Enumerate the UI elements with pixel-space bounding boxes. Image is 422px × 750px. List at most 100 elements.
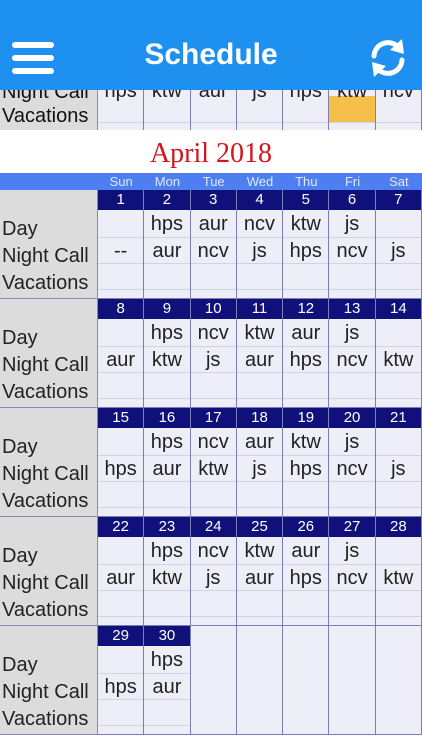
date-number: 5 (283, 190, 329, 210)
day-cell[interactable]: 11 ktw aur (236, 299, 284, 408)
date-number: 7 (375, 190, 421, 210)
night-call-value: aur (245, 349, 274, 371)
day-cell[interactable]: 30 hps aur (144, 626, 191, 735)
day-cell[interactable]: 20 js ncv (329, 408, 376, 517)
empty-day-cell (236, 626, 284, 735)
prev-day-cell[interactable]: aur (190, 90, 237, 130)
day-cell[interactable]: 6 js ncv (329, 190, 376, 299)
row-divider (375, 507, 421, 508)
date-number: 28 (375, 517, 421, 537)
day-shift-value: ktw (290, 213, 321, 235)
date-number: 16 (144, 408, 190, 428)
day-shift-value: aur (291, 322, 321, 344)
day-cell[interactable]: 19 ktw hps (283, 408, 330, 517)
prev-day-cell[interactable]: ktw (329, 90, 376, 130)
prev-day-cell[interactable]: hps (98, 90, 145, 130)
weekday-sun: Sun (109, 174, 133, 189)
row-labels: Day Night Call Vacations (0, 517, 98, 626)
day-shift-value: hps (150, 322, 184, 344)
row-divider (144, 507, 190, 508)
day-shift-value: ktw (244, 322, 275, 344)
day-cell[interactable]: 18 aur js (236, 408, 284, 517)
day-cell[interactable]: 1 -- (98, 190, 145, 299)
day-cell[interactable]: 17 ncv ktw (190, 408, 237, 517)
night-call-value: aur (152, 676, 182, 698)
day-cell[interactable]: 8 aur (98, 299, 145, 408)
night-call-value: hps (289, 458, 322, 480)
date-number: 25 (236, 517, 283, 537)
row-divider (144, 122, 190, 123)
day-cell[interactable]: 15 hps (98, 408, 145, 517)
day-cell[interactable]: 5 ktw hps (283, 190, 330, 299)
day-shift-value: ncv (197, 322, 229, 344)
row-divider (98, 122, 144, 123)
refresh-icon[interactable] (366, 36, 410, 80)
night-row-label: Night Call (2, 245, 89, 267)
row-divider (236, 507, 283, 508)
row-divider (98, 398, 144, 399)
week-row: Day Night Call Vacations 8 aur 9 hps ktw 10 ncv js… (0, 299, 422, 408)
weekday-wed: Wed (246, 174, 274, 189)
night-row-label: Night Call (2, 463, 89, 485)
night-call-value: js (205, 567, 221, 589)
day-cell[interactable]: 21 js (375, 408, 422, 517)
night-call-value: js (252, 458, 267, 480)
row-labels: Day Night Call Vacations (0, 408, 98, 517)
day-cell[interactable]: 16 hps aur (144, 408, 191, 517)
row-divider (190, 289, 236, 290)
row-divider (190, 507, 236, 508)
page-title: Schedule (144, 38, 278, 71)
row-divider (98, 507, 144, 508)
day-cell[interactable]: 13 js ncv (329, 299, 376, 408)
day-shift-value: hps (150, 213, 184, 235)
day-cell[interactable]: 3 aur ncv (190, 190, 237, 299)
date-number: 4 (236, 190, 283, 210)
vacations-row-label: Vacations (2, 708, 89, 730)
row-labels: Day Night Call Vacations (0, 626, 98, 735)
date-number: 21 (375, 408, 421, 428)
day-cell[interactable]: 14 ktw (375, 299, 422, 408)
row-labels: Day Night Call Vacations (0, 299, 98, 408)
day-cell[interactable]: 27 js ncv (329, 517, 376, 626)
day-row-label: Day (2, 654, 38, 676)
day-shift-value: aur (245, 431, 274, 453)
day-cell[interactable]: 29 hps (98, 626, 145, 735)
prev-night-call-value: hps (104, 90, 137, 102)
prev-night-call-value: aur (198, 90, 228, 102)
day-cell[interactable]: 4 ncv js (236, 190, 284, 299)
row-divider (283, 289, 329, 290)
night-row-label: Night Call (2, 354, 89, 376)
day-cell[interactable]: 26 aur hps (283, 517, 330, 626)
night-call-value: aur (106, 567, 136, 589)
row-divider (144, 398, 190, 399)
row-divider (236, 398, 283, 399)
date-number: 26 (283, 517, 329, 537)
night-call-value: js (391, 458, 406, 480)
date-number: 22 (98, 517, 144, 537)
day-cell[interactable]: 28 ktw (375, 517, 422, 626)
day-cell[interactable]: 7 js (375, 190, 422, 299)
day-row-label: Day (2, 545, 38, 567)
night-call-value: aur (106, 349, 136, 371)
day-cell[interactable]: 12 aur hps (283, 299, 330, 408)
prev-day-cell[interactable]: js (236, 90, 284, 130)
day-row-label: Day (2, 327, 38, 349)
day-cell[interactable]: 23 hps ktw (144, 517, 191, 626)
day-cell[interactable]: 22 aur (98, 517, 145, 626)
weekday-tue: Tue (202, 174, 225, 189)
day-cell[interactable]: 24 ncv js (190, 517, 237, 626)
row-labels: Day Night Call Vacations (0, 190, 98, 299)
prev-day-cell[interactable]: hps (283, 90, 330, 130)
date-number: 27 (329, 517, 375, 537)
prev-day-cell[interactable]: ncv (375, 90, 422, 130)
row-divider (283, 398, 329, 399)
day-cell[interactable]: 10 ncv js (190, 299, 237, 408)
empty-day-cell (283, 626, 330, 735)
prev-night-call-label: Night Call (2, 90, 89, 103)
prev-day-cell[interactable]: ktw (144, 90, 191, 130)
day-cell[interactable]: 25 ktw aur (236, 517, 284, 626)
day-cell[interactable]: 2 hps aur (144, 190, 191, 299)
day-cell[interactable]: 9 hps ktw (144, 299, 191, 408)
row-divider (98, 725, 144, 726)
night-call-value: aur (152, 458, 182, 480)
